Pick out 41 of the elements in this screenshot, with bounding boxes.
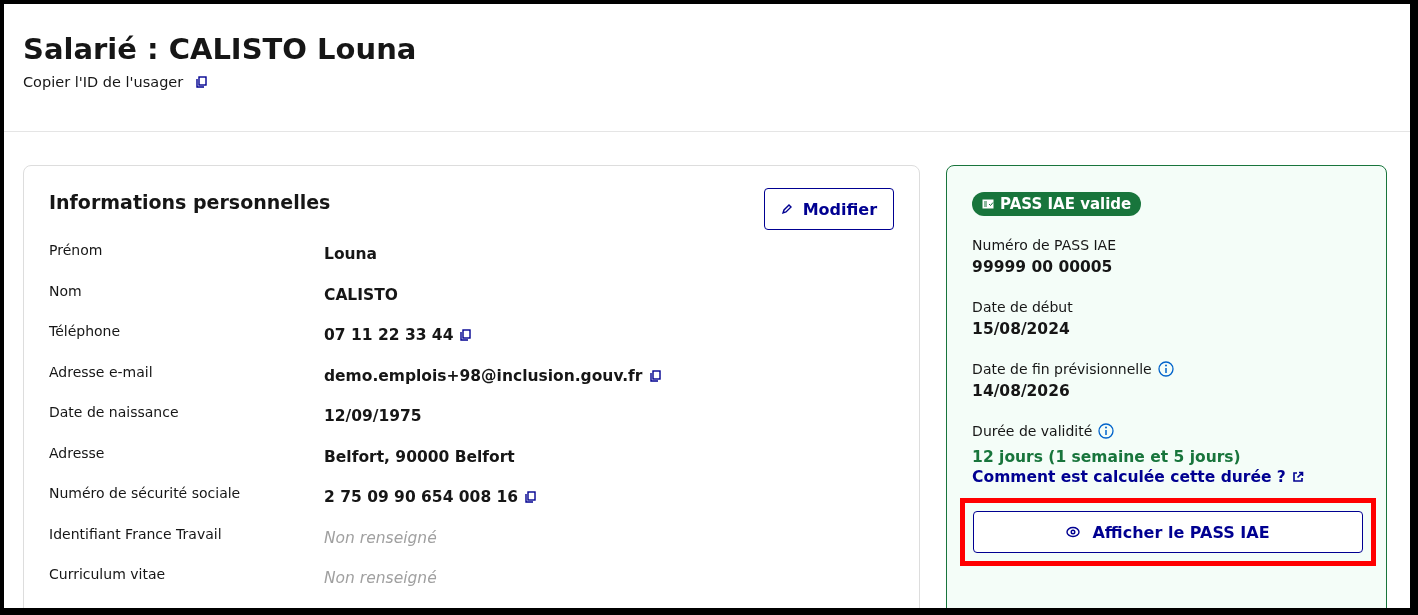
field-label: Téléphone bbox=[49, 323, 122, 340]
show-pass-button[interactable]: Afficher le PASS IAE bbox=[973, 511, 1363, 553]
field-label: Adresse e-mail bbox=[49, 363, 154, 380]
section-title: Informations personnelles bbox=[49, 190, 331, 214]
field-label: Adresse bbox=[49, 444, 106, 461]
copy-icon[interactable] bbox=[459, 329, 472, 342]
info-icon[interactable] bbox=[1157, 361, 1174, 377]
field-label: Nom bbox=[49, 282, 83, 299]
field-label: Curriculum vitae bbox=[49, 566, 167, 583]
field-value: CALISTO bbox=[324, 285, 398, 304]
id-card-icon bbox=[982, 199, 995, 209]
field-value: 07 11 22 33 44 bbox=[324, 326, 454, 345]
field-value: demo.emplois+98@inclusion.gouv.fr bbox=[324, 366, 643, 385]
copy-id-link[interactable]: Copier l'ID de l'usager bbox=[23, 74, 208, 90]
status-badge: PASS IAE valide bbox=[972, 192, 1142, 216]
external-link-icon bbox=[1291, 471, 1304, 483]
field-value: Louna bbox=[324, 245, 378, 264]
field-label: Numéro de sécurité sociale bbox=[49, 485, 242, 502]
copy-icon[interactable] bbox=[648, 369, 661, 382]
copy-icon[interactable] bbox=[524, 491, 537, 504]
field-label: Date de début bbox=[972, 298, 1073, 316]
field-value: 14/08/2026 bbox=[972, 382, 1071, 400]
copy-icon bbox=[195, 76, 208, 88]
field-value: Belfort, 90000 Belfort bbox=[324, 447, 515, 466]
field-label: Numéro de PASS IAE bbox=[972, 236, 1117, 254]
field-value: 99999 00 00005 bbox=[972, 258, 1114, 276]
help-link[interactable]: Comment est calculée cette durée ? bbox=[972, 468, 1304, 486]
info-icon[interactable] bbox=[1098, 423, 1115, 439]
field-label: Prénom bbox=[49, 242, 104, 259]
edit-button[interactable]: Modifier bbox=[763, 188, 895, 230]
field-value: 15/08/2024 bbox=[972, 320, 1071, 338]
field-value: 12/09/1975 bbox=[324, 407, 422, 426]
field-label: Identifiant France Travail bbox=[49, 525, 223, 542]
field-label: Date de fin prévisionnelle bbox=[972, 360, 1152, 378]
field-value: 12 jours (1 semaine et 5 jours) bbox=[972, 448, 1242, 466]
field-label: Durée de validité bbox=[972, 422, 1093, 440]
eye-icon bbox=[1066, 526, 1081, 538]
page-title: Salarié : CALISTO Louna bbox=[23, 31, 417, 68]
field-value: 2 75 09 90 654 008 16 bbox=[324, 488, 519, 507]
pencil-icon bbox=[780, 203, 793, 215]
field-label: Date de naissance bbox=[49, 404, 180, 421]
